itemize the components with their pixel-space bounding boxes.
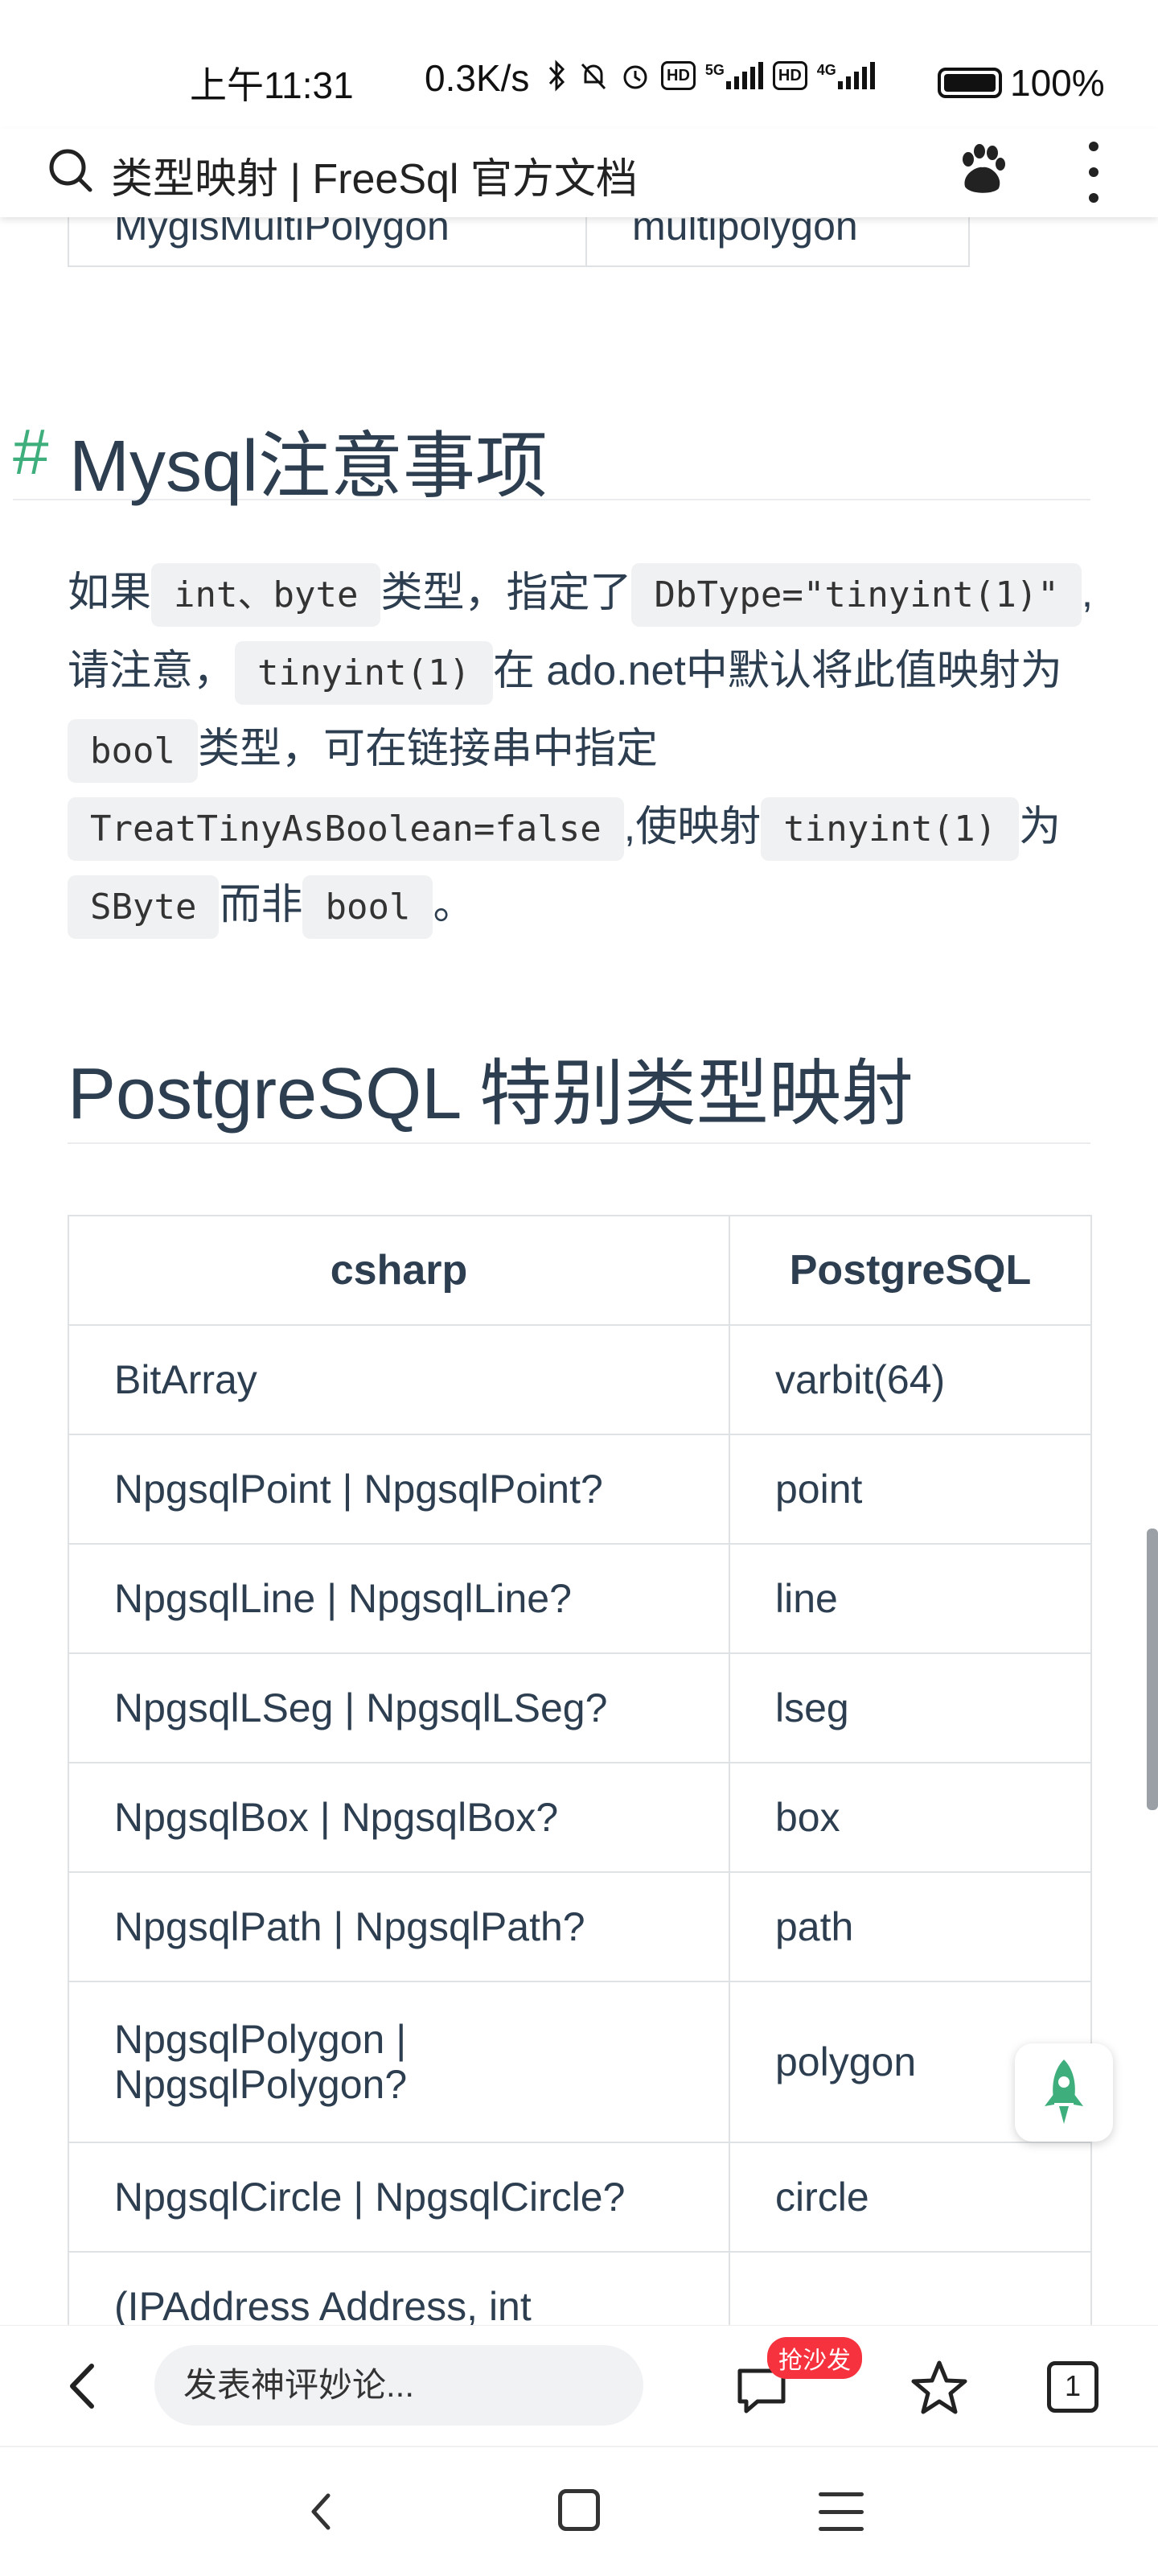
text-run: 。: [433, 882, 475, 928]
comment-badge: 抢沙发: [767, 2337, 862, 2379]
text-run: ,使映射: [623, 804, 762, 850]
section-heading: PostgreSQL 特别类型映射: [68, 1054, 914, 1134]
text-run: 如果: [68, 570, 152, 616]
table-cell: NpgsqlCircle | NpgsqlCircle?: [68, 2142, 730, 2253]
mysql-heading: # Mysql注意事项: [13, 407, 1090, 507]
status-time: 上午11:31: [190, 64, 354, 106]
type-table-previous: MygisMultiPolygon multipolygon: [68, 217, 970, 267]
table-cell: box: [729, 1762, 1092, 1873]
back-to-top-button[interactable]: [1015, 2043, 1113, 2142]
table-cell: line: [729, 1543, 1092, 1654]
search-icon[interactable]: [47, 146, 93, 193]
mysql-paragraph: 如果 int、byte 类型，指定了 DbType="tinyint(1)" ,请注意，…: [68, 555, 1097, 945]
table-cell: circle: [729, 2142, 1092, 2253]
text-run: 类型，指定了: [380, 570, 632, 616]
mute-bell-icon: [577, 60, 610, 92]
header-anchor-link[interactable]: #: [13, 415, 49, 489]
table-cell: lseg: [729, 1652, 1092, 1763]
table-cell: point: [729, 1434, 1092, 1545]
table-row: NpgsqlLSeg | NpgsqlLSeg? lseg: [68, 1652, 1092, 1763]
inline-code: bool: [68, 719, 198, 783]
text-run: 而非: [219, 882, 303, 928]
table-cell: NpgsqlLine | NpgsqlLine?: [68, 1543, 730, 1654]
table-cell: path: [729, 1871, 1092, 1982]
table-cell: (IPAddress Address, int: [68, 2251, 730, 2325]
table-row: MygisMultiPolygon multipolygon: [68, 217, 970, 267]
table-row: NpgsqlPath | NpgsqlPath? path: [68, 1871, 1092, 1982]
table-row: (IPAddress Address, int: [68, 2251, 1092, 2325]
column-header-postgresql: PostgreSQL: [729, 1215, 1092, 1326]
doc-content: MygisMultiPolygon multipolygon # Mysql注意…: [0, 217, 1158, 2325]
star-icon[interactable]: [909, 2358, 970, 2419]
network-speed: 0.3K/s: [425, 57, 530, 99]
inline-code: int、byte: [151, 563, 381, 627]
table-cell: MygisMultiPolygon: [68, 217, 587, 267]
table-cell: NpgsqlLSeg | NpgsqlLSeg?: [68, 1652, 730, 1763]
page-title[interactable]: 类型映射 | FreeSql 官方文档: [111, 145, 638, 205]
bluetooth-icon: [547, 60, 568, 92]
bottom-toolbar: 发表神评妙论... 抢沙发 1: [0, 2325, 1158, 2446]
text-run: 在 ado.net中默认将此值映射为: [492, 648, 1062, 694]
nav-home-icon[interactable]: [558, 2489, 600, 2531]
hd-icon: HD: [661, 61, 696, 90]
postgresql-heading: PostgreSQL 特别类型映射: [68, 1054, 1090, 1144]
hd-icon-2: HD: [772, 61, 807, 90]
scrollbar-thumb[interactable]: [1147, 1529, 1158, 1810]
column-header-csharp: csharp: [68, 1215, 730, 1326]
baidu-paw-icon[interactable]: [954, 142, 1010, 198]
table-cell: [729, 2251, 1092, 2325]
inline-code: TreatTinyAsBoolean=false: [68, 797, 624, 861]
battery-percent: 100%: [1010, 62, 1105, 104]
inline-code: bool: [302, 875, 433, 939]
signal-4g-icon: 4G: [817, 62, 875, 89]
postgresql-type-table: csharp PostgreSQL BitArray varbit(64) Npg…: [68, 1215, 1092, 2325]
text-run: 类型，可在链接串中指定: [197, 726, 658, 772]
tabs-count-button[interactable]: 1: [1047, 2361, 1098, 2413]
table-row: NpgsqlCircle | NpgsqlCircle? circle: [68, 2142, 1092, 2253]
battery-icon: [938, 68, 1002, 98]
nav-recents-icon[interactable]: [819, 2492, 864, 2531]
inline-code: tinyint(1): [761, 797, 1020, 861]
table-cell: NpgsqlPolygon | NpgsqlPolygon?: [68, 1981, 730, 2143]
table-cell: varbit(64): [729, 1324, 1092, 1435]
signal-5g-icon: 5G: [705, 62, 763, 89]
rocket-icon: [1045, 2060, 1083, 2124]
table-cell: BitArray: [68, 1324, 730, 1435]
table-row: BitArray varbit(64): [68, 1324, 1092, 1435]
table-cell: NpgsqlPoint | NpgsqlPoint?: [68, 1434, 730, 1545]
table-cell: NpgsqlPath | NpgsqlPath?: [68, 1871, 730, 1982]
battery-indicator: 100%: [938, 61, 1105, 105]
inline-code: tinyint(1): [235, 641, 493, 705]
nav-back-icon[interactable]: [298, 2488, 346, 2536]
inline-code: DbType="tinyint(1)": [631, 563, 1082, 627]
system-nav-bar: [0, 2446, 1158, 2576]
table-row: NpgsqlPolygon | NpgsqlPolygon? polygon: [68, 1981, 1092, 2143]
alarm-icon: [619, 60, 651, 92]
table-cell: multipolygon: [585, 217, 970, 267]
text-run: 为: [1019, 804, 1062, 850]
table-header-row: csharp PostgreSQL: [68, 1215, 1092, 1326]
status-icons: HD 5G HD 4G: [547, 60, 875, 92]
inline-code: SByte: [68, 875, 220, 939]
table-row: NpgsqlLine | NpgsqlLine? line: [68, 1543, 1092, 1654]
section-heading: Mysql注意事项: [69, 426, 548, 507]
table-row: NpgsqlBox | NpgsqlBox? box: [68, 1762, 1092, 1873]
back-arrow-icon[interactable]: [56, 2358, 113, 2414]
table-row: NpgsqlPoint | NpgsqlPoint? point: [68, 1434, 1092, 1545]
browser-address-bar: 类型映射 | FreeSql 官方文档: [0, 129, 1158, 217]
comment-input[interactable]: 发表神评妙论...: [154, 2345, 643, 2426]
table-cell: NpgsqlBox | NpgsqlBox?: [68, 1762, 730, 1873]
more-menu-icon[interactable]: [1078, 142, 1110, 203]
